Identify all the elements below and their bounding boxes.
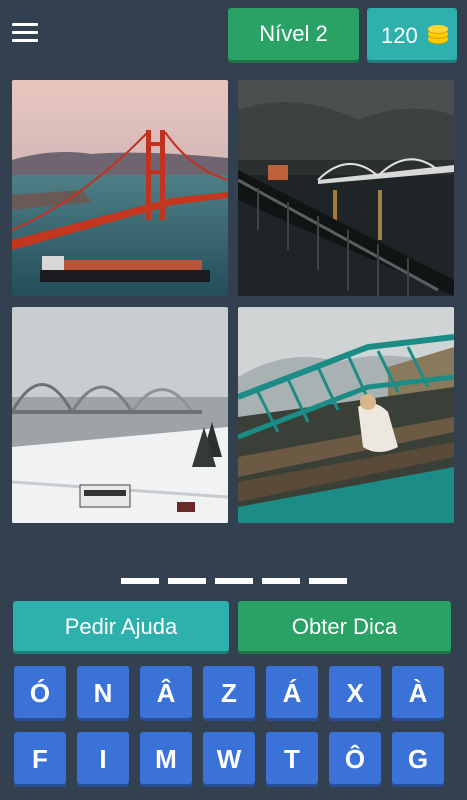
coins-count: 120 xyxy=(381,23,418,48)
letter-key[interactable]: Â xyxy=(140,666,192,718)
letter-key[interactable]: G xyxy=(392,732,444,784)
answer-slots xyxy=(121,578,351,588)
letter-key[interactable]: M xyxy=(140,732,192,784)
level-badge: Nível 2 xyxy=(228,8,359,60)
puzzle-photo-1[interactable] xyxy=(12,80,228,296)
letter-key[interactable]: Ó xyxy=(14,666,66,718)
puzzle-photo-4[interactable] xyxy=(238,307,454,523)
letter-key[interactable]: Z xyxy=(203,666,255,718)
hamburger-menu-icon[interactable] xyxy=(10,20,40,46)
letter-key[interactable]: N xyxy=(77,666,129,718)
ask-help-button[interactable]: Pedir Ajuda xyxy=(13,601,229,651)
top-bar: Nível 2 120 xyxy=(0,0,467,66)
letter-key[interactable]: Á xyxy=(266,666,318,718)
answer-slot[interactable] xyxy=(309,578,347,584)
letter-key[interactable]: À xyxy=(392,666,444,718)
letter-key[interactable]: I xyxy=(77,732,129,784)
letter-key[interactable]: Ô xyxy=(329,732,381,784)
answer-slot[interactable] xyxy=(215,578,253,584)
answer-slot[interactable] xyxy=(168,578,206,584)
get-hint-button[interactable]: Obter Dica xyxy=(238,601,451,651)
puzzle-photo-3[interactable] xyxy=(12,307,228,523)
answer-slot[interactable] xyxy=(121,578,159,584)
puzzle-photo-2[interactable] xyxy=(238,80,454,296)
coins-icon xyxy=(428,25,448,44)
letter-key[interactable]: F xyxy=(14,732,66,784)
letter-key[interactable]: W xyxy=(203,732,255,784)
letter-key[interactable]: T xyxy=(266,732,318,784)
letter-key[interactable]: X xyxy=(329,666,381,718)
answer-slot[interactable] xyxy=(262,578,300,584)
coins-badge[interactable]: 120 xyxy=(367,8,457,60)
